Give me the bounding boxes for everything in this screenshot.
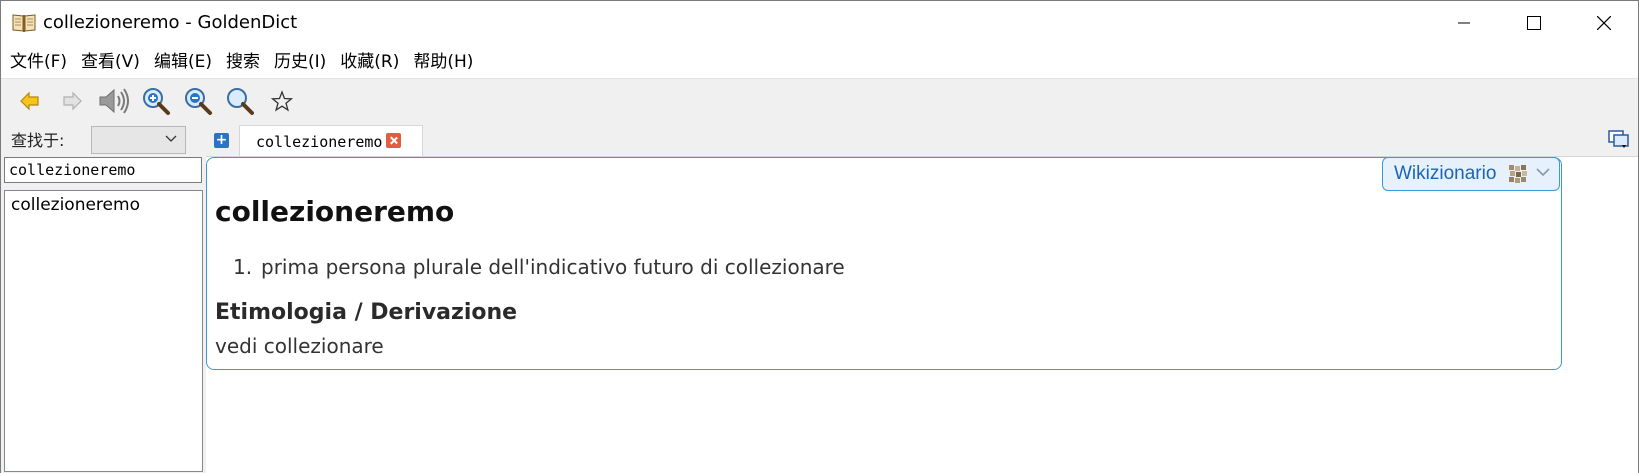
dictionary-badge[interactable]: Wikizionario [1382, 157, 1560, 191]
menu-history[interactable]: 历史(I) [267, 49, 333, 75]
zoom-reset-icon [227, 88, 254, 115]
menu-favorites[interactable]: 收藏(R) [333, 49, 406, 75]
etymology-heading: Etimologia / Derivazione [215, 300, 518, 325]
window-title: collezioneremo - GoldenDict [43, 12, 298, 33]
definition-text: prima persona plurale dell'indicativo fu… [261, 255, 845, 279]
goldendict-window: collezioneremo - GoldenDict 文件(F) 查看(V) … [0, 0, 1639, 473]
forward-arrow-icon [63, 91, 82, 111]
chevron-down-icon [1536, 168, 1550, 177]
new-tab-button[interactable]: + [214, 133, 229, 148]
title-bar: collezioneremo - GoldenDict [1, 1, 1638, 45]
definition-number: 1. [233, 255, 253, 279]
close-button[interactable] [1569, 1, 1639, 45]
menu-bar: 文件(F) 查看(V) 编辑(E) 搜索 历史(I) 收藏(R) 帮助(H) [1, 45, 1638, 78]
menu-file[interactable]: 文件(F) [3, 49, 74, 75]
close-icon [1597, 16, 1611, 30]
toolbar [1, 78, 1638, 123]
menu-search[interactable]: 搜索 [219, 49, 267, 75]
word-list[interactable]: collezioneremo [4, 190, 203, 472]
headword: collezioneremo [215, 195, 455, 228]
zoom-reset-button[interactable] [219, 81, 261, 121]
zoom-out-button[interactable] [177, 81, 219, 121]
search-pane: 查找于: collezioneremo [1, 123, 206, 473]
pronounce-button[interactable] [93, 81, 135, 121]
tab-close-icon[interactable] [386, 133, 401, 148]
article-view: Wikizionario collezioneremo 1. prima per… [206, 156, 1638, 473]
search-input[interactable] [4, 157, 202, 183]
dictionary-article: Wikizionario collezioneremo 1. prima per… [206, 157, 1562, 370]
minimize-icon [1458, 22, 1470, 24]
tabs-list-icon [1608, 130, 1629, 148]
speaker-icon [99, 88, 129, 114]
article-pane: + collezioneremo Wikizionario collezione… [206, 123, 1638, 473]
book-icon [12, 12, 36, 32]
list-item[interactable]: collezioneremo [5, 191, 202, 219]
star-icon [271, 90, 293, 112]
search-in-label: 查找于: [11, 131, 65, 150]
maximize-button[interactable] [1499, 1, 1569, 45]
tab-label: collezioneremo [256, 133, 383, 151]
favorite-button[interactable] [261, 81, 303, 121]
back-button[interactable] [9, 81, 51, 121]
minimize-button[interactable] [1429, 1, 1499, 45]
back-arrow-icon [20, 91, 39, 111]
forward-button[interactable] [51, 81, 93, 121]
plus-icon: + [215, 132, 228, 148]
zoom-out-icon [185, 88, 212, 115]
menu-edit[interactable]: 编辑(E) [147, 49, 219, 75]
wiktionary-icon [1508, 164, 1528, 184]
dictionary-name: Wikizionario [1394, 163, 1497, 184]
dictionary-group-select[interactable] [91, 126, 186, 154]
menu-help[interactable]: 帮助(H) [406, 49, 480, 75]
maximize-icon [1527, 16, 1541, 30]
menu-view[interactable]: 查看(V) [74, 49, 147, 75]
etymology-text: vedi collezionare [215, 334, 384, 358]
tab-collezioneremo[interactable]: collezioneremo [239, 125, 423, 157]
chevron-down-icon [165, 135, 177, 142]
tabs-list-button[interactable] [1608, 129, 1630, 149]
definition-item: 1. prima persona plurale dell'indicativo… [233, 254, 845, 280]
zoom-in-icon [143, 88, 170, 115]
zoom-in-button[interactable] [135, 81, 177, 121]
